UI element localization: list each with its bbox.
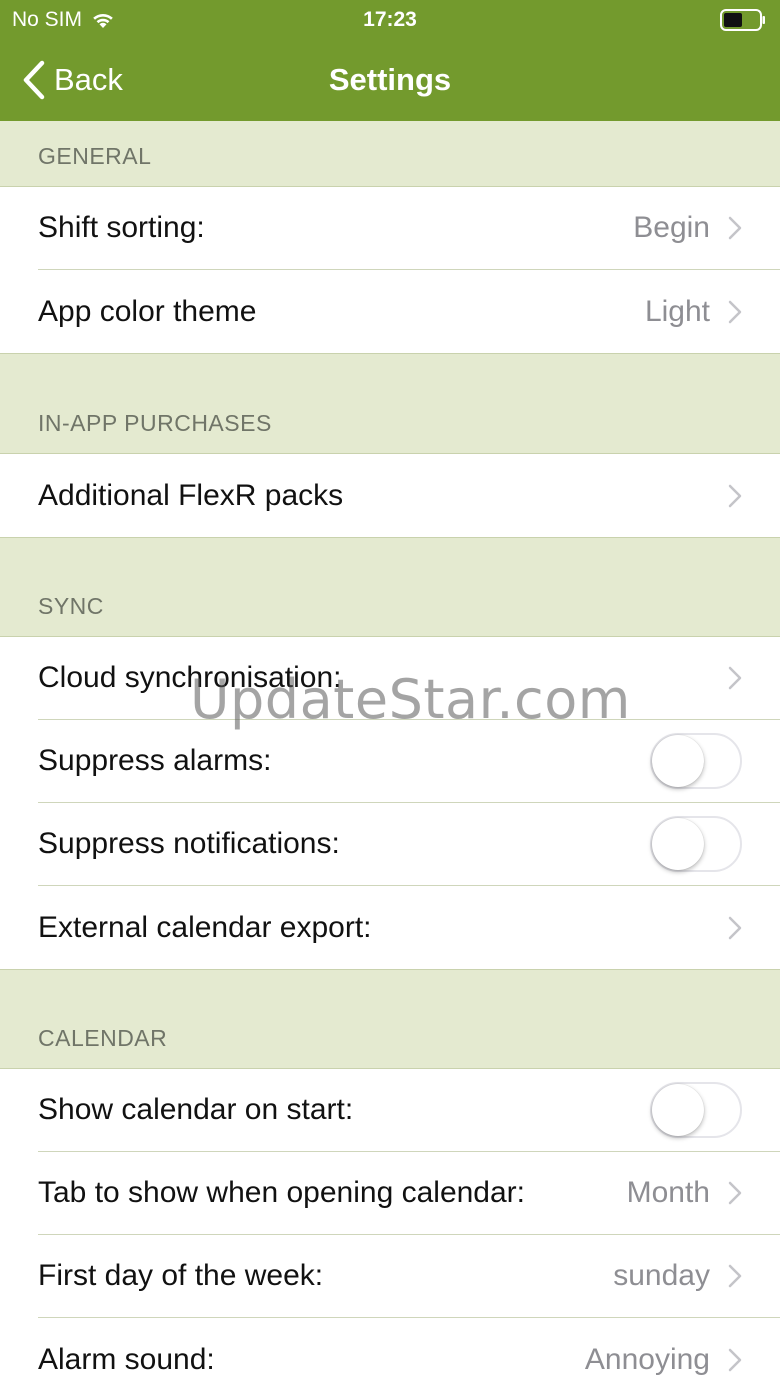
navigation-bar: Back Settings — [0, 40, 780, 121]
toggle-knob — [652, 735, 704, 787]
suppress-notifications-toggle[interactable] — [650, 816, 742, 872]
section-header-in-app-purchases: IN-APP PURCHASES — [0, 354, 780, 454]
toggle-knob — [652, 1084, 704, 1136]
suppress-alarms-toggle[interactable] — [650, 733, 742, 789]
show-calendar-on-start-toggle[interactable] — [650, 1082, 742, 1138]
row-additional-flexr-packs[interactable]: Additional FlexR packs — [38, 454, 780, 537]
chevron-right-icon — [728, 1264, 742, 1288]
row-label: App color theme — [38, 294, 257, 328]
chevron-right-icon — [728, 1181, 742, 1205]
settings-screen: No SIM 17:23 Back Settings GENERAL Shift… — [0, 0, 780, 1387]
row-value: Month — [626, 1176, 710, 1209]
chevron-right-icon — [728, 666, 742, 690]
row-value: Begin — [633, 211, 710, 244]
row-label: Shift sorting: — [38, 211, 205, 244]
section-header-sync: SYNC — [0, 538, 780, 637]
row-value: sunday — [613, 1259, 710, 1292]
chevron-right-icon — [728, 216, 742, 240]
group-general: Shift sorting: Begin App color theme Lig… — [0, 187, 780, 354]
row-label: First day of the week: — [38, 1259, 324, 1292]
row-label: External calendar export: — [38, 910, 372, 944]
row-first-day-of-week[interactable]: First day of the week: sunday — [38, 1235, 780, 1318]
top-bar: No SIM 17:23 Back Settings — [0, 0, 780, 121]
row-label: Additional FlexR packs — [38, 478, 344, 512]
chevron-right-icon — [728, 1348, 742, 1371]
row-suppress-notifications: Suppress notifications: — [38, 803, 780, 886]
row-alarm-sound[interactable]: Alarm sound: Annoying — [38, 1318, 780, 1387]
chevron-right-icon — [728, 484, 742, 507]
row-cloud-synchronisation[interactable]: Cloud synchronisation: — [38, 637, 780, 720]
row-value: Annoying — [584, 1342, 710, 1376]
status-bar: No SIM 17:23 — [0, 0, 780, 40]
row-external-calendar-export[interactable]: External calendar export: — [38, 886, 780, 969]
row-show-calendar-on-start: Show calendar on start: — [38, 1069, 780, 1152]
row-label: Tab to show when opening calendar: — [38, 1176, 526, 1209]
row-suppress-alarms: Suppress alarms: — [38, 720, 780, 803]
chevron-right-icon — [728, 916, 742, 939]
chevron-right-icon — [728, 300, 742, 323]
row-label: Alarm sound: — [38, 1342, 215, 1376]
section-header-general: GENERAL — [0, 121, 780, 187]
battery-icon — [720, 9, 765, 31]
settings-list: GENERAL Shift sorting: Begin App color t… — [0, 121, 780, 1387]
group-sync: Cloud synchronisation: Suppress alarms: … — [0, 637, 780, 970]
row-value: Light — [644, 294, 710, 328]
page-title: Settings — [328, 62, 452, 97]
row-label: Show calendar on start: — [38, 1093, 354, 1126]
group-calendar: Show calendar on start: Tab to show when… — [0, 1069, 780, 1387]
row-label: Cloud synchronisation: — [38, 661, 342, 694]
row-shift-sorting[interactable]: Shift sorting: Begin — [38, 187, 780, 270]
row-app-color-theme[interactable]: App color theme Light — [38, 270, 780, 353]
row-tab-to-show[interactable]: Tab to show when opening calendar: Month — [38, 1152, 780, 1235]
group-in-app-purchases: Additional FlexR packs — [0, 454, 780, 538]
section-header-calendar: CALENDAR — [0, 970, 780, 1069]
row-label: Suppress notifications: — [38, 827, 340, 860]
status-time: 17:23 — [363, 8, 417, 31]
row-label: Suppress alarms: — [38, 744, 272, 777]
toggle-knob — [652, 818, 704, 870]
